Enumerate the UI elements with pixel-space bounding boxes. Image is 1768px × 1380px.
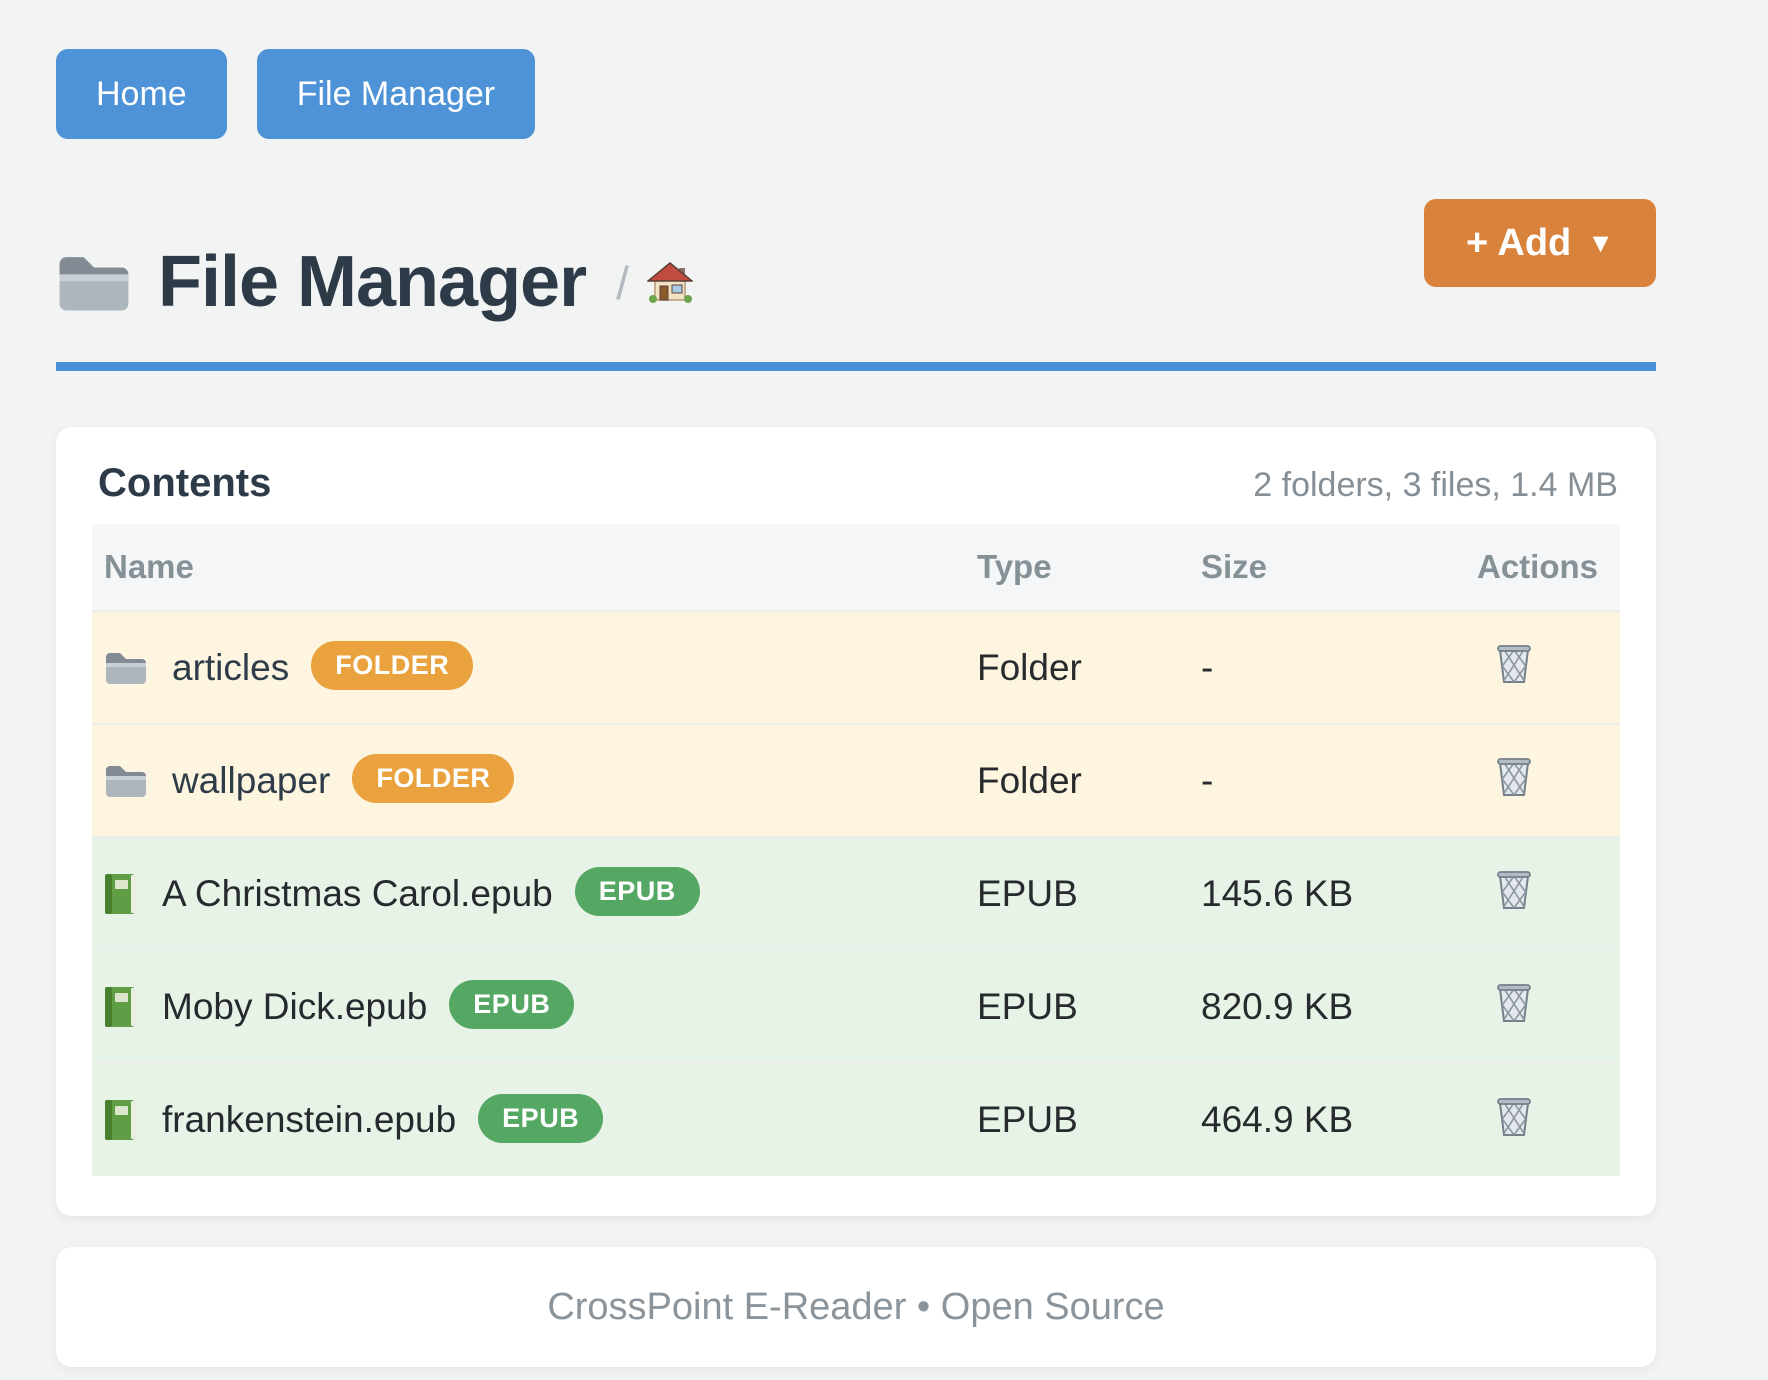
folder-icon	[104, 650, 148, 686]
size-cell: -	[1201, 611, 1477, 724]
column-header-size: Size	[1201, 524, 1477, 611]
column-header-name: Name	[92, 524, 977, 611]
column-header-type: Type	[977, 524, 1201, 611]
chevron-down-icon: ▼	[1587, 228, 1614, 259]
trash-icon	[1495, 642, 1533, 684]
page-container: Home File Manager File Manager / + Add ▼…	[56, 0, 1656, 1367]
contents-header: Contents 2 folders, 3 files, 1.4 MB	[92, 461, 1620, 506]
delete-button[interactable]	[1495, 981, 1533, 1023]
table-row: Moby Dick.epub EPUB EPUB 820.9 KB	[92, 950, 1620, 1063]
trash-icon	[1495, 755, 1533, 797]
folder-name-link[interactable]: wallpaper	[172, 760, 330, 802]
type-cell: Folder	[977, 611, 1201, 724]
contents-summary: 2 folders, 3 files, 1.4 MB	[1253, 466, 1618, 505]
delete-button[interactable]	[1495, 642, 1533, 684]
add-button[interactable]: + Add ▼	[1424, 199, 1656, 287]
table-row: frankenstein.epub EPUB EPUB 464.9 KB	[92, 1063, 1620, 1176]
trash-icon	[1495, 868, 1533, 910]
page-header: File Manager / + Add ▼	[56, 199, 1656, 371]
delete-button[interactable]	[1495, 868, 1533, 910]
file-manager-button[interactable]: File Manager	[257, 49, 535, 139]
file-name-link[interactable]: frankenstein.epub	[162, 1099, 456, 1141]
file-name-link[interactable]: Moby Dick.epub	[162, 986, 427, 1028]
type-badge: FOLDER	[352, 754, 514, 803]
trash-icon	[1495, 981, 1533, 1023]
folder-icon	[104, 763, 148, 799]
type-cell: EPUB	[977, 1063, 1201, 1176]
type-badge: EPUB	[575, 867, 700, 916]
footer-text: CrossPoint E-Reader • Open Source	[547, 1286, 1164, 1329]
column-header-actions: Actions	[1477, 524, 1620, 611]
type-badge: EPUB	[449, 980, 574, 1029]
table-row: articles FOLDER Folder -	[92, 611, 1620, 724]
footer-card: CrossPoint E-Reader • Open Source	[56, 1247, 1656, 1367]
page-title: File Manager	[158, 243, 586, 322]
book-icon	[104, 1099, 138, 1141]
table-header-row: Name Type Size Actions	[92, 524, 1620, 611]
table-row: A Christmas Carol.epub EPUB EPUB 145.6 K…	[92, 837, 1620, 950]
type-cell: EPUB	[977, 950, 1201, 1063]
file-table: Name Type Size Actions articles FOLDER F…	[92, 524, 1620, 1176]
size-cell: 464.9 KB	[1201, 1063, 1477, 1176]
contents-card: Contents 2 folders, 3 files, 1.4 MB Name…	[56, 427, 1656, 1216]
type-badge: FOLDER	[311, 641, 473, 690]
title-wrap: File Manager /	[56, 243, 693, 362]
file-name-link[interactable]: A Christmas Carol.epub	[162, 873, 553, 915]
add-button-label: + Add	[1466, 222, 1571, 265]
trash-icon	[1495, 1095, 1533, 1137]
folder-icon	[56, 252, 132, 314]
book-icon	[104, 986, 138, 1028]
delete-button[interactable]	[1495, 1095, 1533, 1137]
contents-title: Contents	[98, 461, 271, 506]
home-button[interactable]: Home	[56, 49, 227, 139]
size-cell: 145.6 KB	[1201, 837, 1477, 950]
type-cell: EPUB	[977, 837, 1201, 950]
file-table-body: articles FOLDER Folder - wallpaper FOLDE…	[92, 611, 1620, 1176]
delete-button[interactable]	[1495, 755, 1533, 797]
size-cell: -	[1201, 724, 1477, 837]
house-icon[interactable]	[647, 262, 693, 304]
type-cell: Folder	[977, 724, 1201, 837]
size-cell: 820.9 KB	[1201, 950, 1477, 1063]
folder-name-link[interactable]: articles	[172, 647, 289, 689]
top-nav: Home File Manager	[56, 49, 1656, 139]
type-badge: EPUB	[478, 1094, 603, 1143]
breadcrumb-separator: /	[616, 256, 629, 310]
table-row: wallpaper FOLDER Folder -	[92, 724, 1620, 837]
book-icon	[104, 873, 138, 915]
